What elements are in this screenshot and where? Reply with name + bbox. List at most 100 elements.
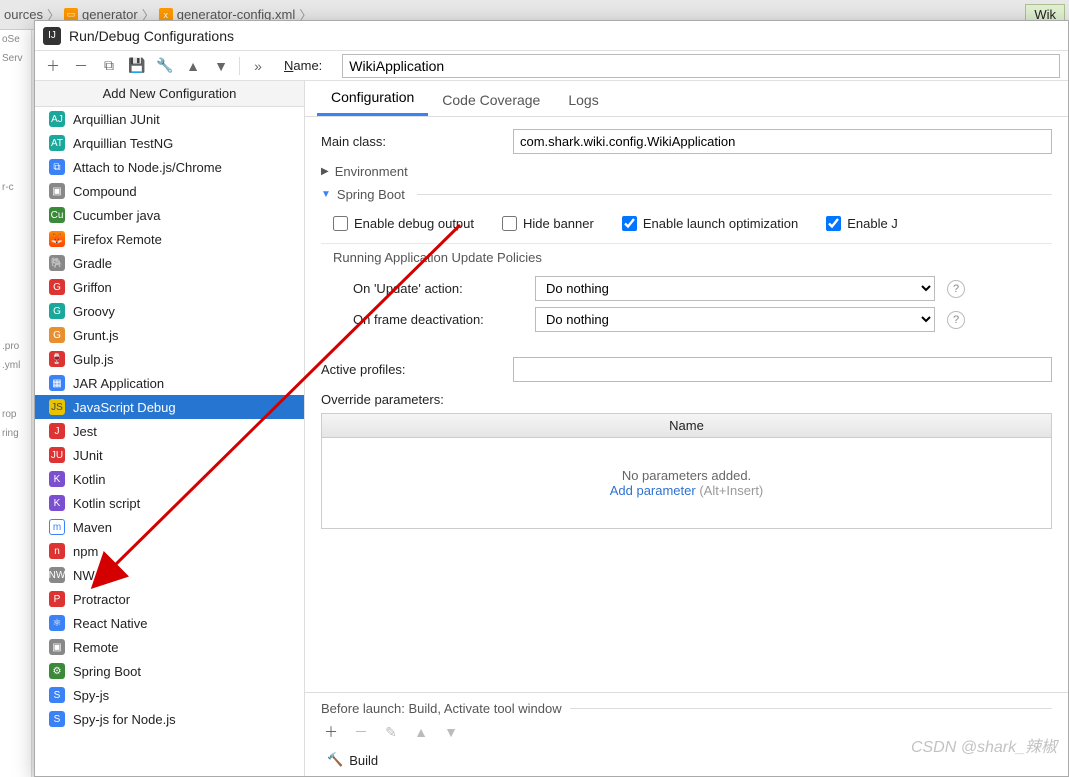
add-parameter-link[interactable]: Add parameter: [610, 483, 696, 498]
triangle-right-icon: ▶: [321, 166, 329, 177]
config-type-label: JUnit: [73, 448, 103, 463]
config-type-icon: AJ: [49, 111, 65, 127]
config-type-item[interactable]: JU JUnit: [35, 443, 304, 467]
override-params-label: Override parameters:: [321, 392, 1052, 407]
enable-launch-opt-checkbox[interactable]: Enable launch optimization: [622, 216, 798, 231]
config-name-input[interactable]: [342, 54, 1060, 78]
config-type-item[interactable]: GGroovy: [35, 299, 304, 323]
active-profiles-input[interactable]: [513, 357, 1052, 382]
config-type-icon: J: [49, 423, 65, 439]
config-type-label: Maven: [73, 520, 112, 535]
spring-boot-section-toggle[interactable]: ▼ Spring Boot: [321, 187, 1052, 202]
config-type-label: React Native: [73, 616, 147, 631]
triangle-down-icon: ▼: [321, 189, 331, 200]
config-type-label: Griffon: [73, 280, 112, 295]
tab-configuration[interactable]: Configuration: [317, 81, 428, 116]
config-type-item[interactable]: ATArquillian TestNG: [35, 131, 304, 155]
config-type-label: Protractor: [73, 592, 130, 607]
run-debug-config-dialog: IJ Run/Debug Configurations ＋ － ⧉ 💾 🔧 ▲ …: [34, 20, 1069, 777]
bl-down-button[interactable]: ▼: [441, 722, 461, 742]
config-type-icon: n: [49, 543, 65, 559]
config-type-item[interactable]: ⚙Spring Boot: [35, 659, 304, 683]
enable-debug-checkbox[interactable]: Enable debug output: [333, 216, 474, 231]
config-type-icon: ▣: [49, 183, 65, 199]
config-type-item[interactable]: ⚛React Native: [35, 611, 304, 635]
shortcut-hint: (Alt+Insert): [696, 483, 764, 498]
main-class-input[interactable]: [513, 129, 1052, 154]
on-frame-deact-select[interactable]: Do nothing: [535, 307, 935, 332]
help-icon[interactable]: ?: [947, 280, 965, 298]
config-type-item[interactable]: 🐘Gradle: [35, 251, 304, 275]
config-type-item[interactable]: NW NW.js: [35, 563, 304, 587]
intellij-icon: IJ: [43, 27, 61, 45]
tab-logs[interactable]: Logs: [554, 84, 612, 116]
config-type-item[interactable]: G Grunt.js: [35, 323, 304, 347]
config-type-label: Attach to Node.js/Chrome: [73, 160, 222, 175]
config-type-icon: ▣: [49, 639, 65, 655]
save-config-button[interactable]: 💾: [127, 56, 147, 76]
config-type-item[interactable]: KKotlin: [35, 467, 304, 491]
config-type-item[interactable]: SSpy-js for Node.js: [35, 707, 304, 731]
config-type-icon: ⧉: [49, 159, 65, 175]
config-type-label: npm: [73, 544, 98, 559]
wrench-icon[interactable]: 🔧: [155, 56, 175, 76]
bl-add-button[interactable]: ＋: [321, 722, 341, 742]
hide-banner-checkbox[interactable]: Hide banner: [502, 216, 594, 231]
config-type-icon: G: [49, 279, 65, 295]
config-type-list[interactable]: AJArquillian JUnitATArquillian TestNG ⧉ At…: [35, 107, 304, 776]
config-type-icon: P: [49, 591, 65, 607]
add-config-button[interactable]: ＋: [43, 56, 63, 76]
tab-code-coverage[interactable]: Code Coverage: [428, 84, 554, 116]
config-type-item[interactable]: P Protractor: [35, 587, 304, 611]
config-type-item[interactable]: ▣ Compound: [35, 179, 304, 203]
config-type-item[interactable]: mMaven: [35, 515, 304, 539]
config-type-icon: NW: [49, 567, 65, 583]
config-type-label: Spy-js: [73, 688, 109, 703]
copy-config-button[interactable]: ⧉: [99, 56, 119, 76]
config-type-item[interactable]: G Griffon: [35, 275, 304, 299]
config-type-item[interactable]: KKotlin script: [35, 491, 304, 515]
move-up-button[interactable]: ▲: [183, 56, 203, 76]
enable-j-checkbox[interactable]: Enable J: [826, 216, 898, 231]
config-type-item[interactable]: 🍷Gulp.js: [35, 347, 304, 371]
config-type-item[interactable]: ▦JAR Application: [35, 371, 304, 395]
config-type-label: Kotlin: [73, 472, 106, 487]
bl-edit-button[interactable]: ✎: [381, 722, 401, 742]
dialog-titlebar[interactable]: IJ Run/Debug Configurations: [35, 21, 1068, 51]
expand-button[interactable]: »: [248, 56, 268, 76]
environment-section-toggle[interactable]: ▶ Environment: [321, 164, 1052, 179]
config-type-item[interactable]: ▣Remote: [35, 635, 304, 659]
bl-up-button[interactable]: ▲: [411, 722, 431, 742]
config-type-label: JavaScript Debug: [73, 400, 176, 415]
main-class-label: Main class:: [321, 134, 501, 149]
bl-remove-button[interactable]: －: [351, 722, 371, 742]
config-type-item[interactable]: JJest: [35, 419, 304, 443]
config-type-label: Cucumber java: [73, 208, 160, 223]
on-frame-deact-label: On frame deactivation:: [353, 312, 523, 327]
config-type-item[interactable]: JSJavaScript Debug: [35, 395, 304, 419]
config-type-item[interactable]: AJArquillian JUnit: [35, 107, 304, 131]
project-pane-edge: oSeServ r-c .pro.yml ropring: [0, 30, 32, 777]
config-type-icon: Cu: [49, 207, 65, 223]
config-type-label: Grunt.js: [73, 328, 119, 343]
config-type-item[interactable]: nnpm: [35, 539, 304, 563]
config-type-item[interactable]: SSpy-js: [35, 683, 304, 707]
config-type-label: NW.js: [73, 568, 107, 583]
separator: [239, 57, 240, 75]
param-column-name: Name: [322, 414, 1051, 438]
config-type-icon: G: [49, 303, 65, 319]
config-type-icon: JU: [49, 447, 65, 463]
config-type-item[interactable]: 🦊Firefox Remote: [35, 227, 304, 251]
config-type-item[interactable]: ⧉ Attach to Node.js/Chrome: [35, 155, 304, 179]
remove-config-button[interactable]: －: [71, 56, 91, 76]
config-type-label: Firefox Remote: [73, 232, 162, 247]
config-type-item[interactable]: Cu Cucumber java: [35, 203, 304, 227]
move-down-button[interactable]: ▼: [211, 56, 231, 76]
config-type-label: Kotlin script: [73, 496, 140, 511]
active-profiles-label: Active profiles:: [321, 362, 501, 377]
on-update-label: On 'Update' action:: [353, 281, 523, 296]
config-type-icon: G: [49, 327, 65, 343]
on-update-select[interactable]: Do nothing: [535, 276, 935, 301]
help-icon[interactable]: ?: [947, 311, 965, 329]
config-type-label: Compound: [73, 184, 137, 199]
